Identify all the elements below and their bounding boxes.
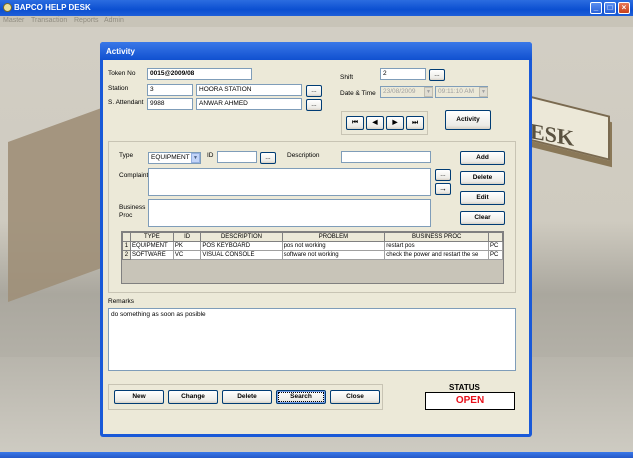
complaint-field[interactable] [148, 168, 431, 196]
close-window-button[interactable]: × [618, 2, 630, 14]
dialog-body: Token No 0015@2009/08 Station 3 HOORA ST… [103, 60, 529, 434]
table-row[interactable]: 2 SOFTWARE VC VISUAL CONSOLE software no… [122, 250, 503, 260]
menu-bar: Master Transaction Reports Admin [0, 16, 633, 27]
dialog-title: Activity [106, 47, 135, 56]
last-record-button[interactable]: ⏭ [406, 116, 424, 130]
cell-extra[interactable]: PC [488, 250, 503, 260]
attendant-id-field[interactable]: 9988 [147, 98, 193, 110]
description-label: Description [287, 152, 320, 159]
shift-label: Shift [340, 74, 354, 81]
token-field[interactable]: 0015@2009/08 [147, 68, 252, 80]
date-dropdown-icon[interactable]: ▼ [424, 87, 433, 97]
remarks-label: Remarks [108, 298, 135, 305]
station-id-field[interactable]: 3 [147, 84, 193, 96]
token-label: Token No [108, 70, 136, 77]
cell-business-proc[interactable]: restart pos [384, 241, 490, 251]
app-icon [3, 3, 12, 12]
menu-master[interactable]: Master [3, 17, 24, 24]
activity-grid: TYPE ID DESCRIPTION PROBLEM BUSINESS PRO… [121, 231, 504, 284]
station-label: Station [108, 85, 129, 92]
grid-header-extra[interactable] [488, 232, 503, 242]
station-name-field[interactable]: HOORA STATION [196, 84, 302, 96]
close-button[interactable]: Close [330, 390, 380, 404]
id-field[interactable] [217, 151, 257, 163]
menu-reports[interactable]: Reports [74, 17, 99, 24]
activity-button[interactable]: Activity [445, 110, 491, 130]
cell-id[interactable]: VC [172, 250, 202, 260]
activity-dialog: Activity Token No 0015@2009/08 Station 3… [100, 42, 532, 437]
entry-delete-button[interactable]: Delete [460, 171, 505, 185]
app-title: BAPCO HELP DESK [14, 3, 91, 12]
description-field[interactable] [341, 151, 431, 163]
next-record-button[interactable]: ▶ [386, 116, 404, 130]
minimize-button[interactable]: _ [590, 2, 602, 14]
cell-id[interactable]: PK [172, 241, 202, 251]
remarks-field[interactable]: do something as soon as posible [108, 308, 516, 371]
station-lookup-button[interactable]: ... [306, 85, 322, 97]
cell-business-proc[interactable]: check the power and restart the se [384, 250, 490, 260]
clear-button[interactable]: Clear [460, 211, 505, 225]
taskbar [0, 452, 633, 458]
cell-problem[interactable]: software not working [281, 250, 386, 260]
grid-header-problem[interactable]: PROBLEM [281, 232, 386, 242]
maximize-button[interactable]: □ [604, 2, 616, 14]
grid-header-row: TYPE ID DESCRIPTION PROBLEM BUSINESS PRO… [122, 232, 503, 242]
id-label: ID [207, 152, 214, 159]
dialog-title-bar: Activity [100, 42, 532, 60]
status-label: STATUS [449, 383, 480, 392]
menu-transaction[interactable]: Transaction [31, 17, 67, 24]
attendant-lookup-button[interactable]: ... [306, 99, 322, 111]
datetime-label: Date & Time [340, 90, 376, 97]
id-lookup-button[interactable]: ... [260, 152, 276, 164]
row-number: 1 [122, 241, 131, 251]
table-row[interactable]: 1 EQUIPMENT PK POS KEYBOARD pos not work… [122, 241, 503, 251]
app-title-bar: BAPCO HELP DESK _ □ × [0, 0, 633, 16]
grid-header-id[interactable]: ID [172, 232, 202, 242]
change-button[interactable]: Change [168, 390, 218, 404]
business-proc-label-line2: Proc [119, 212, 133, 219]
add-button[interactable]: Add [460, 151, 505, 165]
first-record-button[interactable]: ⏮ [346, 116, 364, 130]
business-proc-label-line1: Business [119, 204, 146, 211]
attendant-label: S. Attendant [108, 99, 144, 106]
search-button[interactable]: Search [276, 390, 326, 404]
shift-field[interactable]: 2 [380, 68, 426, 80]
action-button-panel: New Change Delete Search Close [108, 384, 383, 410]
cell-problem[interactable]: pos not working [281, 241, 386, 251]
grid-corner [122, 232, 131, 242]
edit-button[interactable]: Edit [460, 191, 505, 205]
previous-record-button[interactable]: ◀ [366, 116, 384, 130]
business-proc-field[interactable] [148, 199, 431, 227]
new-button[interactable]: New [114, 390, 164, 404]
menu-admin[interactable]: Admin [104, 17, 124, 24]
attendant-name-field[interactable]: ANWAR AHMED [196, 98, 302, 110]
cell-type[interactable]: EQUIPMENT [129, 241, 174, 251]
grid-header-type[interactable]: TYPE [129, 232, 174, 242]
cell-type[interactable]: SOFTWARE [129, 250, 174, 260]
cell-description[interactable]: POS KEYBOARD [200, 241, 283, 251]
type-dropdown-icon[interactable]: ▼ [191, 153, 200, 163]
shift-lookup-button[interactable]: ... [429, 69, 445, 81]
type-label: Type [119, 152, 134, 159]
grid-header-business-proc[interactable]: BUSINESS PROC [384, 232, 490, 242]
insert-arrow-button[interactable]: → [435, 183, 451, 195]
cell-extra[interactable]: PC [488, 241, 503, 251]
complaint-lookup-button[interactable]: ... [435, 169, 451, 181]
cell-description[interactable]: VISUAL CONSOLE [200, 250, 283, 260]
complaint-label: Complaint [119, 172, 149, 179]
time-dropdown-icon[interactable]: ▼ [479, 87, 488, 97]
grid-header-description[interactable]: DESCRIPTION [200, 232, 283, 242]
record-navigator: ⏮ ◀ ▶ ⏭ [341, 111, 428, 135]
row-number: 2 [122, 250, 131, 260]
delete-button[interactable]: Delete [222, 390, 272, 404]
status-badge: OPEN [425, 392, 515, 410]
